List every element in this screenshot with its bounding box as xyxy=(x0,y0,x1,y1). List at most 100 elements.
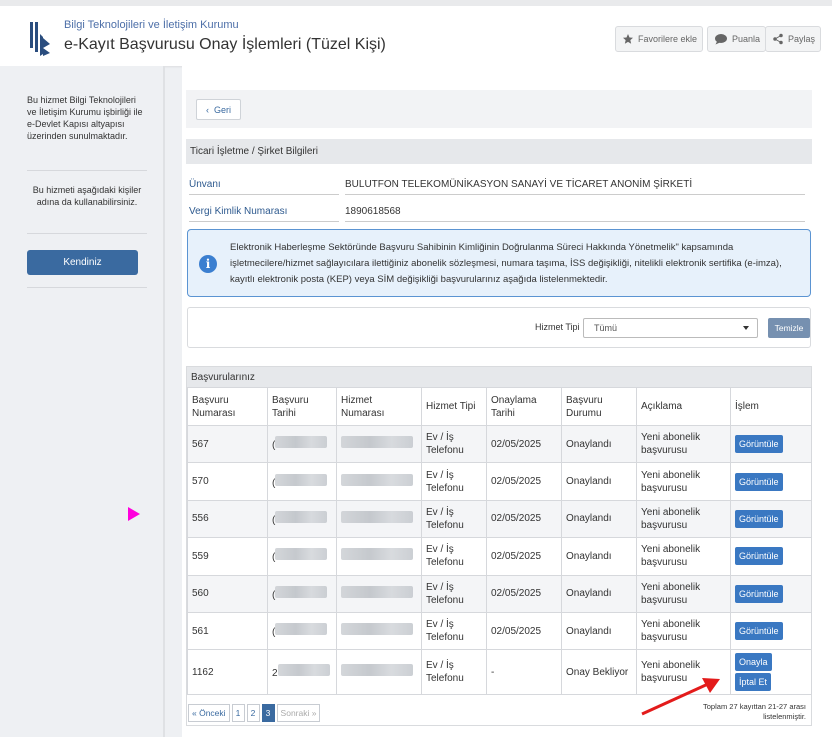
page-1-button[interactable]: 1 xyxy=(231,704,245,722)
service-type-select[interactable]: Tümü xyxy=(583,318,758,338)
share-label: Paylaş xyxy=(788,34,816,44)
table-title: Başvurularınız xyxy=(187,367,811,387)
view-button[interactable]: Görüntüle xyxy=(735,584,783,603)
application-date-redacted: ( xyxy=(267,462,337,501)
sidebar-divider xyxy=(27,287,147,288)
redacted-block xyxy=(275,548,328,561)
share-button[interactable]: Paylaş xyxy=(765,26,822,52)
rate-label: Puanla xyxy=(732,34,761,44)
application-date-redacted: ( xyxy=(267,611,337,651)
redacted-block xyxy=(277,664,330,677)
view-button[interactable]: Görüntüle xyxy=(735,547,783,566)
service-number-redacted xyxy=(336,537,422,576)
approval-date: 02/05/2025 xyxy=(486,537,562,576)
application-number: 561 xyxy=(187,611,268,651)
page-title: e-Kayıt Başvurusu Onay İşlemleri (Tüzel … xyxy=(64,36,386,53)
view-button[interactable]: Görüntüle xyxy=(735,435,783,454)
column-header: Başvuru Numarası xyxy=(187,387,268,426)
application-date-redacted: ( xyxy=(267,537,337,576)
pink-marker-arrow-icon xyxy=(128,507,140,521)
table-row: 559 ( Ev / İş Telefonu 02/05/2025 Onayla… xyxy=(187,537,812,576)
column-header: Hizmet Tipi xyxy=(421,387,487,426)
column-header: Başvuru Tarihi xyxy=(267,387,337,426)
description: Yeni abonelik başvurusu xyxy=(636,424,731,464)
caret-down-icon xyxy=(743,326,749,330)
view-button[interactable]: Görüntüle xyxy=(735,509,783,528)
service-type-label: Hizmet Tipi xyxy=(535,322,580,332)
approval-date: 02/05/2025 xyxy=(486,499,562,539)
application-number: 556 xyxy=(187,499,268,539)
service-type: Ev / İş Telefonu xyxy=(421,537,487,576)
redacted-block xyxy=(341,585,413,598)
chevron-left-icon: ‹ xyxy=(205,104,209,115)
approve-button[interactable]: Onayla xyxy=(735,653,772,672)
application-date-redacted: ( xyxy=(267,499,337,539)
page-header: Bilgi Teknolojileri ve İletişim Kurumu e… xyxy=(0,0,832,66)
pagination-summary: Toplam 27 kayıttan 21-27 arası listelenm… xyxy=(703,702,806,721)
table-row: 567 ( Ev / İş Telefonu 02/05/2025 Onayla… xyxy=(187,424,812,464)
service-number-redacted xyxy=(336,462,422,501)
favorites-label: Favorilere ekle xyxy=(638,34,698,44)
table-row: 556 ( Ev / İş Telefonu 02/05/2025 Onayla… xyxy=(187,499,812,539)
filter-panel: Hizmet Tipi Tümü Temizle xyxy=(187,307,811,348)
back-bar: ‹ Geri xyxy=(186,90,812,128)
redacted-block xyxy=(341,664,413,677)
service-info-text: Bu hizmet Bilgi Teknolojileri ve İletişi… xyxy=(27,95,143,141)
application-status: Onaylandı xyxy=(561,462,637,501)
redacted-block xyxy=(341,548,413,561)
application-status: Onaylandı xyxy=(561,424,637,464)
redacted-block xyxy=(341,510,413,523)
page-2-button[interactable]: 2 xyxy=(246,704,260,722)
field-value: 1890618568 xyxy=(345,206,805,222)
column-header: Onaylama Tarihi xyxy=(486,387,562,426)
previous-page-button[interactable]: « Önceki xyxy=(188,704,230,722)
redacted-block xyxy=(275,473,328,486)
actions-cell: Görüntüle xyxy=(730,462,812,501)
view-button[interactable]: Görüntüle xyxy=(735,472,783,491)
application-status: Onaylandı xyxy=(561,537,637,576)
selected-value: Tümü xyxy=(594,323,618,333)
service-type: Ev / İş Telefonu xyxy=(421,649,487,696)
service-number-redacted xyxy=(336,611,422,651)
rate-button[interactable]: Puanla xyxy=(707,26,767,52)
actions-cell: Onayla İptal Et xyxy=(730,649,812,696)
share-icon xyxy=(773,33,783,45)
view-button[interactable]: Görüntüle xyxy=(735,622,783,641)
redacted-block xyxy=(275,623,328,636)
info-icon: i xyxy=(199,255,217,273)
pagination: « Önceki 1 2 3 Sonraki » xyxy=(188,704,321,722)
service-number-redacted xyxy=(336,499,422,539)
table-row: 561 ( Ev / İş Telefonu 02/05/2025 Onayla… xyxy=(187,611,812,651)
column-header: Başvuru Durumu xyxy=(561,387,637,426)
actions-cell: Görüntüle xyxy=(730,574,812,613)
back-button[interactable]: ‹ Geri xyxy=(196,99,241,120)
sidebar: Bu hizmet Bilgi Teknolojileri ve İletişi… xyxy=(0,66,165,737)
application-number: 1162 xyxy=(187,649,268,696)
redacted-block xyxy=(341,473,413,486)
application-status: Onaylandı xyxy=(561,499,637,539)
sidebar-divider xyxy=(27,170,147,171)
actions-cell: Görüntüle xyxy=(730,424,812,464)
cancel-button[interactable]: İptal Et xyxy=(735,673,772,692)
service-type: Ev / İş Telefonu xyxy=(421,462,487,501)
service-number-redacted xyxy=(336,574,422,613)
section-title: Ticari İşletme / Şirket Bilgileri xyxy=(186,139,812,164)
self-button[interactable]: Kendiniz xyxy=(27,250,138,275)
approval-date: 02/05/2025 xyxy=(486,424,562,464)
description: Yeni abonelik başvurusu xyxy=(636,611,731,651)
service-type: Ev / İş Telefonu xyxy=(421,424,487,464)
application-status: Onaylandı xyxy=(561,574,637,613)
page-3-button[interactable]: 3 xyxy=(261,704,275,722)
field-label: Ünvanı xyxy=(189,179,339,195)
service-number-redacted xyxy=(336,424,422,464)
table-row: 560 ( Ev / İş Telefonu 02/05/2025 Onayla… xyxy=(187,574,812,613)
description: Yeni abonelik başvurusu xyxy=(636,537,731,576)
favorites-button[interactable]: Favorilere ekle xyxy=(615,26,704,52)
table-header-row: Başvuru Numarası Başvuru Tarihi Hizmet N… xyxy=(187,387,812,426)
service-number-redacted xyxy=(336,649,422,696)
applications-panel: Başvurularınız Başvuru Numarası Başvuru … xyxy=(186,366,812,726)
next-page-button[interactable]: Sonraki » xyxy=(276,704,321,722)
description: Yeni abonelik başvurusu xyxy=(636,462,731,501)
clear-button[interactable]: Temizle xyxy=(768,318,810,338)
approval-date: 02/05/2025 xyxy=(486,611,562,651)
